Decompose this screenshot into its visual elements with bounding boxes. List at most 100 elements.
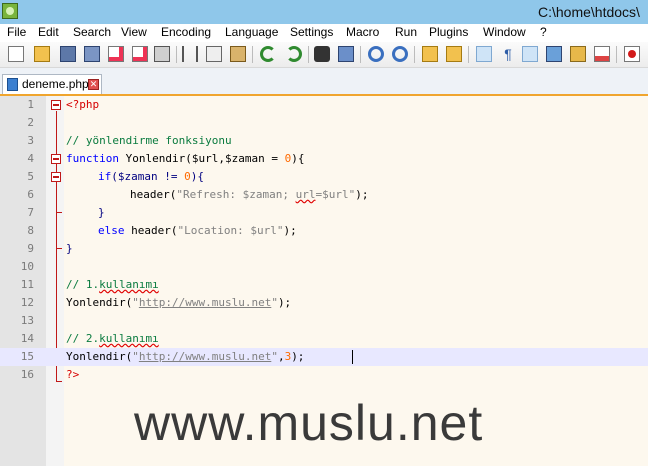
zoom-out-icon[interactable] [392,46,408,62]
current-code-line: 15 Yonlendir("http://www.muslu.net",3); [0,348,648,366]
toolbar-separator [468,46,469,63]
function-call: header( [124,224,178,237]
tab-bar: deneme.php ✕ [0,68,648,96]
code-line: 14 // 2.kullanımı [0,330,648,348]
function-call: Yonlendir( [66,350,133,363]
code-line: 8 else header("Location: $url"); [0,222,648,240]
keyword: if [98,170,112,183]
menu-language[interactable]: Language [225,25,278,39]
record-macro-icon[interactable] [624,46,640,62]
document-map-icon[interactable] [546,46,562,62]
fold-toggle-icon[interactable] [51,100,61,110]
show-all-chars-icon[interactable]: ¶ [500,46,516,62]
php-close-tag: ?> [66,368,80,381]
code-text: else header("Location: $url"); [98,222,297,240]
replace-icon[interactable] [338,46,354,62]
menu-window[interactable]: Window [483,25,526,39]
save-icon[interactable] [60,46,76,62]
code-text: // yönlendirme fonksiyonu [66,132,232,150]
keyword: else [98,224,125,237]
menu-macro[interactable]: Macro [346,25,379,39]
punctuation: ( [111,170,118,183]
sync-vertical-icon[interactable] [422,46,438,62]
menu-search[interactable]: Search [73,25,111,39]
word-wrap-icon[interactable] [476,46,492,62]
indent-guide-icon[interactable] [522,46,538,62]
string: " [271,296,278,309]
variable: $zaman [117,170,158,183]
code-line: 12 Yonlendir("http://www.muslu.net"); [0,294,648,312]
new-file-icon[interactable] [8,46,24,62]
folder-icon[interactable] [570,46,586,62]
line-number: 11 [20,278,34,291]
sync-horizontal-icon[interactable] [446,46,462,62]
line-number: 12 [20,296,34,309]
save-all-icon[interactable] [84,46,100,62]
menu-encoding[interactable]: Encoding [161,25,211,39]
code-text: ?> [66,366,79,384]
redo-icon[interactable] [286,46,302,62]
title-bar: C:\home\htdocs\ [0,0,648,24]
menu-file[interactable]: File [7,25,26,39]
paste-icon[interactable] [230,46,246,62]
code-text: header("Refresh: $zaman; url=$url"); [130,186,368,204]
punctuation: ); [277,296,292,309]
url-link[interactable]: http://www.muslu.net [139,350,271,363]
print-icon[interactable] [154,46,170,62]
menu-run[interactable]: Run [395,25,417,39]
menu-view[interactable]: View [121,25,147,39]
line-number: 1 [27,98,34,111]
string: "Refresh: $zaman; [176,188,296,201]
menu-plugins[interactable]: Plugins [429,25,468,39]
close-icon[interactable] [108,46,124,62]
number: 0 [184,170,191,183]
url-link[interactable]: http://www.muslu.net [139,296,271,309]
line-number: 6 [27,188,34,201]
code-line: 11 // 1.kullanımı [0,276,648,294]
line-number: 10 [20,260,34,273]
line-number: 9 [27,242,34,255]
copy-icon[interactable] [206,46,222,62]
code-text: } [66,240,73,258]
undo-icon[interactable] [260,46,276,62]
code-text: } [98,204,105,222]
menu-bar: File Edit Search View Encoding Language … [0,24,648,42]
line-number: 3 [27,134,34,147]
menu-edit[interactable]: Edit [38,25,59,39]
tab-deneme-php[interactable]: deneme.php ✕ [2,74,102,94]
menu-help[interactable]: ? [540,25,547,39]
code-text: if($zaman != 0){ [98,168,204,186]
fold-toggle-icon[interactable] [51,154,61,164]
php-open-tag: <?php [66,98,100,111]
find-icon[interactable] [314,46,330,62]
function-list-icon[interactable] [594,46,610,62]
notepad-plus-plus-icon [2,3,18,19]
code-line: 5 if($zaman != 0){ [0,168,648,186]
code-text: <?php [66,96,99,114]
cut-icon[interactable] [182,46,198,62]
line-number: 7 [27,206,34,219]
close-all-icon[interactable] [132,46,148,62]
menu-settings[interactable]: Settings [290,25,333,39]
close-tab-icon[interactable]: ✕ [88,79,99,90]
line-number: 15 [20,350,34,363]
fold-toggle-icon[interactable] [51,172,61,182]
function-name: Yonlendir( [118,152,192,165]
comment: kullanımı [99,278,159,291]
zoom-in-icon[interactable] [368,46,384,62]
open-file-icon[interactable] [34,46,50,62]
code-line: 4 function Yonlendir($url,$zaman = 0){ [0,150,648,168]
comment: // 2. [66,332,100,345]
comment: // yönlendirme fonksiyonu [66,134,232,147]
toolbar: ¶ [0,42,648,68]
code-text: // 1.kullanımı [66,276,159,294]
closing-brace: } [66,242,73,255]
code-line: 6 header("Refresh: $zaman; url=$url"); [0,186,648,204]
code-text: Yonlendir("http://www.muslu.net",3); [66,348,304,366]
toolbar-separator [414,46,415,63]
php-file-icon [7,78,18,91]
code-line: 16 ?> [0,366,648,384]
line-number: 2 [27,116,34,129]
punctuation: ); [355,188,369,201]
string: " [132,296,139,309]
